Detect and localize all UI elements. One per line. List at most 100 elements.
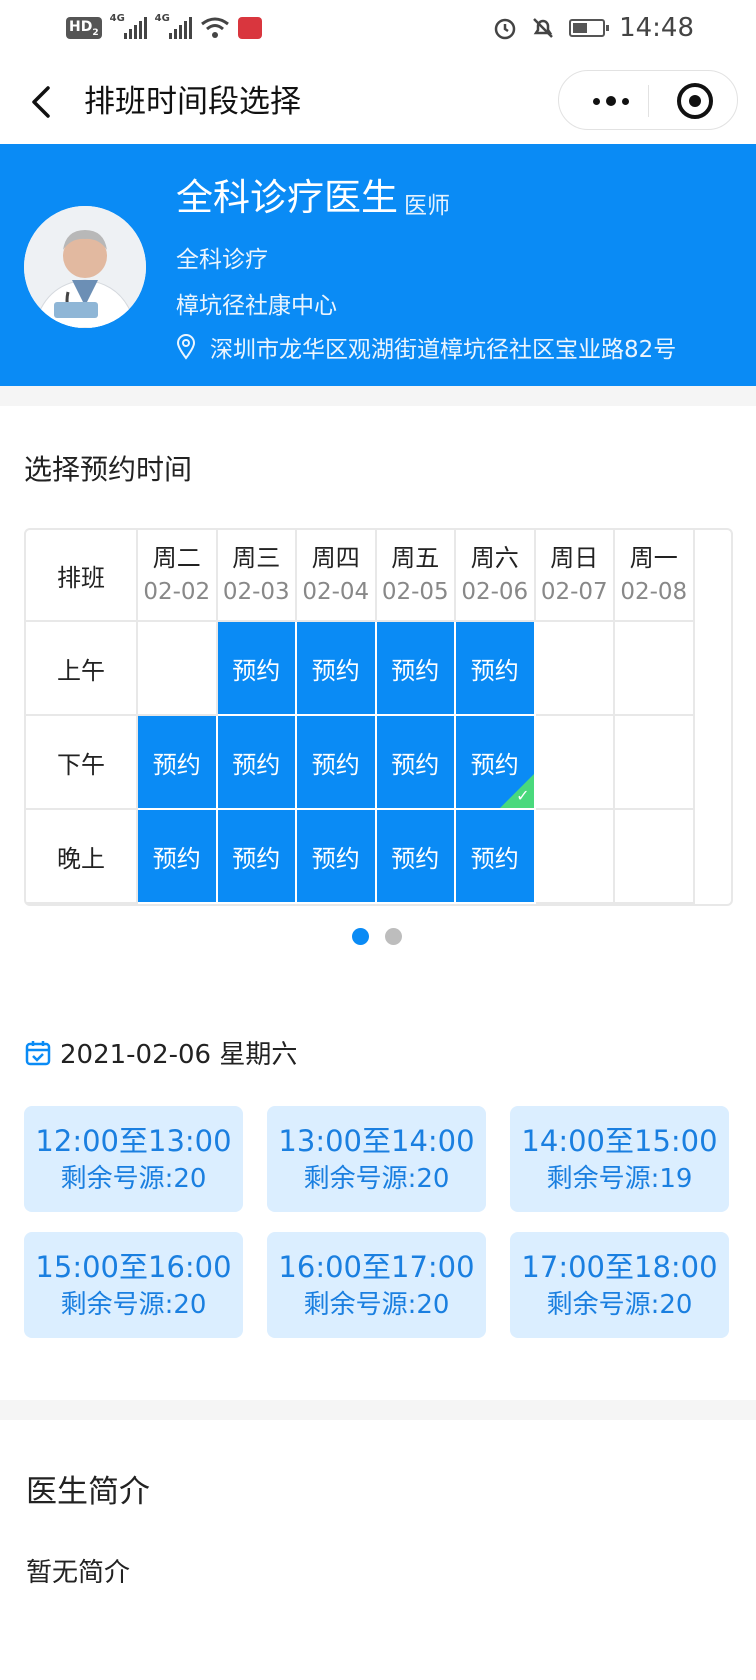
wifi-icon (200, 17, 229, 38)
page-title: 排班时间段选择 (84, 84, 301, 120)
book-slot-button[interactable]: 预约 (217, 810, 297, 904)
book-slot-button[interactable]: 预约 (376, 622, 456, 716)
weekday-label: 周一 (629, 544, 678, 572)
book-slot-button[interactable]: 预约 (376, 810, 456, 904)
status-right: 14:48 (493, 13, 694, 43)
slot-remaining: 剩余号源:20 (303, 1290, 450, 1320)
book-slot-button[interactable]: 预约 (217, 622, 297, 716)
doctor-hospital: 樟坑径社康中心 (176, 293, 337, 319)
time-slot-button[interactable]: 13:00至14:00 剩余号源:20 (267, 1106, 486, 1212)
book-slot-button[interactable]: 预约 (217, 716, 297, 810)
slot-remaining: 剩余号源:19 (546, 1164, 693, 1194)
empty-slot (615, 810, 695, 904)
section-divider-2 (0, 1400, 756, 1420)
day-header: 周二 02-02 (138, 530, 218, 622)
day-header: 周一 02-08 (615, 530, 695, 622)
day-header: 周六 02-06 (456, 530, 536, 622)
weekday-label: 周日 (550, 544, 599, 572)
slot-time: 17:00至18:00 (521, 1250, 718, 1284)
book-slot-button[interactable]: 预约 ✓ (456, 716, 536, 810)
date-label: 02-06 (461, 579, 529, 605)
date-label: 02-07 (540, 579, 608, 605)
date-label: 02-03 (222, 579, 290, 605)
time-slot-button[interactable]: 12:00至13:00 剩余号源:20 (24, 1106, 243, 1212)
slot-time: 13:00至14:00 (278, 1124, 475, 1158)
book-slot-button[interactable]: 预约 (138, 716, 218, 810)
signal-icon: 4G (110, 13, 147, 39)
mini-program-capsule (558, 70, 738, 130)
address-text: 深圳市龙华区观湖街道樟坑径社区宝业路82号 (210, 337, 677, 363)
schedule-corner-label: 排班 (26, 530, 138, 622)
capsule-divider (648, 85, 649, 117)
period-label: 晚上 (26, 810, 138, 904)
mute-icon (533, 18, 553, 38)
section-divider (0, 386, 756, 406)
calendar-icon (25, 1040, 51, 1065)
slot-remaining: 剩余号源:20 (546, 1290, 693, 1320)
book-slot-button[interactable]: 预约 (138, 810, 218, 904)
day-header: 周日 02-07 (535, 530, 615, 622)
doctor-address: 深圳市龙华区观湖街道樟坑径社区宝业路82号 (176, 330, 676, 364)
app-notification-icon (237, 17, 262, 39)
book-slot-button[interactable]: 预约 (376, 716, 456, 810)
pager-dot[interactable] (385, 928, 402, 945)
book-slot-button[interactable]: 预约 (456, 622, 536, 716)
book-slot-button[interactable]: 预约 (456, 810, 536, 904)
time-slot-button[interactable]: 15:00至16:00 剩余号源:20 (24, 1232, 243, 1338)
day-header: 周三 02-03 (217, 530, 297, 622)
pager-dot[interactable] (352, 928, 369, 945)
book-slot-button[interactable]: 预约 (297, 622, 377, 716)
intro-title: 医生简介 (26, 1474, 150, 1510)
doctor-avatar (24, 206, 146, 328)
hd-icon: HD2 (66, 16, 102, 40)
signal-icon-2: 4G (155, 13, 192, 39)
empty-slot (535, 622, 615, 716)
time-slot-button[interactable]: 14:00至15:00 剩余号源:19 (510, 1106, 729, 1212)
back-arrow-icon[interactable] (24, 80, 64, 124)
slot-remaining: 剩余号源:20 (60, 1164, 207, 1194)
intro-body: 暂无简介 (26, 1558, 131, 1588)
location-pin-icon (176, 334, 196, 360)
weekday-label: 周四 (311, 544, 360, 572)
empty-slot (535, 716, 615, 810)
alarm-icon (494, 18, 516, 40)
empty-slot (615, 716, 695, 810)
weekday-label: 周三 (232, 544, 281, 572)
slot-time: 14:00至15:00 (521, 1124, 718, 1158)
date-label: 02-02 (143, 579, 211, 605)
time-slot-button[interactable]: 17:00至18:00 剩余号源:20 (510, 1232, 729, 1338)
day-header: 周四 02-04 (297, 530, 377, 622)
more-icon[interactable] (583, 81, 639, 121)
day-header: 周五 02-05 (376, 530, 456, 622)
nav-bar: 排班时间段选择 (0, 60, 756, 144)
doctor-header: 全科诊疗医生 医师 全科诊疗 樟坑径社康中心 深圳市龙华区观湖街道樟坑径社区宝业… (0, 144, 756, 386)
weekday-label: 周五 (391, 544, 440, 572)
check-icon: ✓ (516, 786, 530, 805)
date-label: 02-04 (302, 579, 370, 605)
schedule-table: 排班 周二 02-02 周三 02-03 周四 02-04 周五 02-05 周六 02-06 周日 0… (24, 528, 733, 906)
slot-time: 12:00至13:00 (35, 1124, 232, 1158)
close-miniprogram-icon[interactable] (677, 83, 713, 119)
slot-time: 16:00至17:00 (278, 1250, 475, 1284)
date-label: 02-08 (620, 579, 688, 605)
doctor-title: 医师 (404, 193, 450, 219)
book-slot-button[interactable]: 预约 (297, 716, 377, 810)
slot-time: 15:00至16:00 (35, 1250, 232, 1284)
selected-date-row: 2021-02-06 星期六 (24, 1034, 297, 1071)
battery-icon (569, 19, 610, 37)
weekday-label: 周六 (470, 544, 519, 572)
period-label: 下午 (26, 716, 138, 810)
book-slot-button[interactable]: 预约 (297, 810, 377, 904)
weekday-label: 周二 (152, 544, 201, 572)
pager-dots (352, 928, 402, 945)
time-slot-button[interactable]: 16:00至17:00 剩余号源:20 (267, 1232, 486, 1338)
empty-slot (615, 622, 695, 716)
slot-remaining: 剩余号源:20 (303, 1164, 450, 1194)
empty-slot (138, 622, 218, 716)
slot-remaining: 剩余号源:20 (60, 1290, 207, 1320)
period-label: 上午 (26, 622, 138, 716)
schedule-section-title: 选择预约时间 (24, 453, 193, 486)
doctor-name: 全科诊疗医生 (176, 176, 398, 219)
status-left: HD2 4G 4G (66, 13, 262, 42)
date-label: 02-05 (381, 579, 449, 605)
